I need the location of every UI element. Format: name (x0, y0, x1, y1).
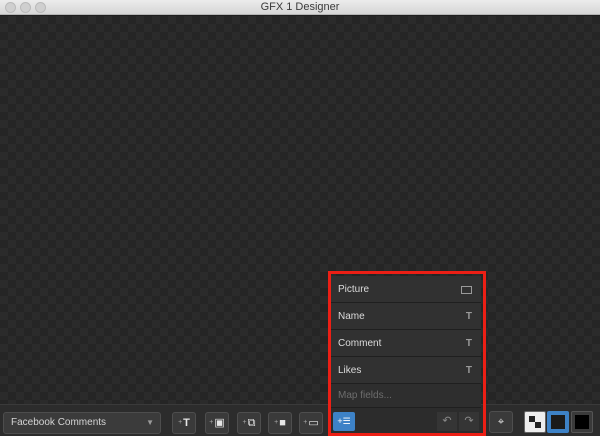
text-icon: T (465, 338, 472, 349)
add-image-button[interactable]: +▣ (205, 412, 229, 434)
map-fields-placeholder[interactable]: Map fields... (331, 384, 481, 408)
title-bar: GFX 1 Designer (0, 0, 600, 15)
map-fields-panel: Picture Name T Comment T Likes T Map fie… (331, 276, 481, 408)
text-icon: T (465, 365, 472, 376)
add-gallery-button[interactable]: +⧉ (237, 412, 261, 434)
image-icon (461, 286, 472, 294)
focus-icon: ⌖ (497, 416, 505, 428)
undo-button[interactable]: ↶ (437, 412, 457, 431)
field-item-label: Comment (338, 338, 382, 349)
design-canvas[interactable] (0, 16, 600, 404)
field-item-likes[interactable]: Likes T (331, 357, 481, 384)
app-window: GFX 1 Designer Facebook Comments ▼ +T +▣… (0, 0, 600, 436)
add-window-icon: ▭ (308, 417, 319, 429)
view-dark-button[interactable] (547, 411, 569, 433)
field-item-name[interactable]: Name T (331, 303, 481, 330)
add-video-button[interactable]: +■ (268, 412, 292, 434)
chevron-down-icon: ▼ (146, 418, 154, 427)
view-checkerboard-button[interactable] (524, 411, 546, 433)
text-icon: T (465, 311, 472, 322)
add-image-icon: ▣ (214, 417, 225, 429)
template-select-value: Facebook Comments (11, 417, 107, 428)
add-text-icon: T (183, 417, 190, 429)
add-video-icon: ■ (279, 417, 286, 429)
map-fields-icon: +☰ (337, 416, 351, 426)
field-item-comment[interactable]: Comment T (331, 330, 481, 357)
redo-icon: ↷ (464, 415, 474, 427)
template-select[interactable]: Facebook Comments ▼ (3, 412, 161, 434)
field-item-label: Name (338, 311, 365, 322)
add-gallery-icon: ⧉ (247, 417, 256, 429)
field-item-label: Picture (338, 284, 370, 295)
window-title: GFX 1 Designer (260, 1, 340, 13)
map-fields-button[interactable]: +☰ (333, 412, 355, 431)
field-item-label: Likes (338, 365, 362, 376)
add-text-button[interactable]: +T (172, 412, 196, 434)
focus-button[interactable]: ⌖ (489, 411, 513, 433)
redo-button[interactable]: ↷ (459, 412, 479, 431)
view-black-button[interactable] (571, 411, 593, 433)
undo-icon: ↶ (442, 415, 452, 427)
add-window-button[interactable]: +▭ (299, 412, 323, 434)
field-item-picture[interactable]: Picture (331, 276, 481, 303)
